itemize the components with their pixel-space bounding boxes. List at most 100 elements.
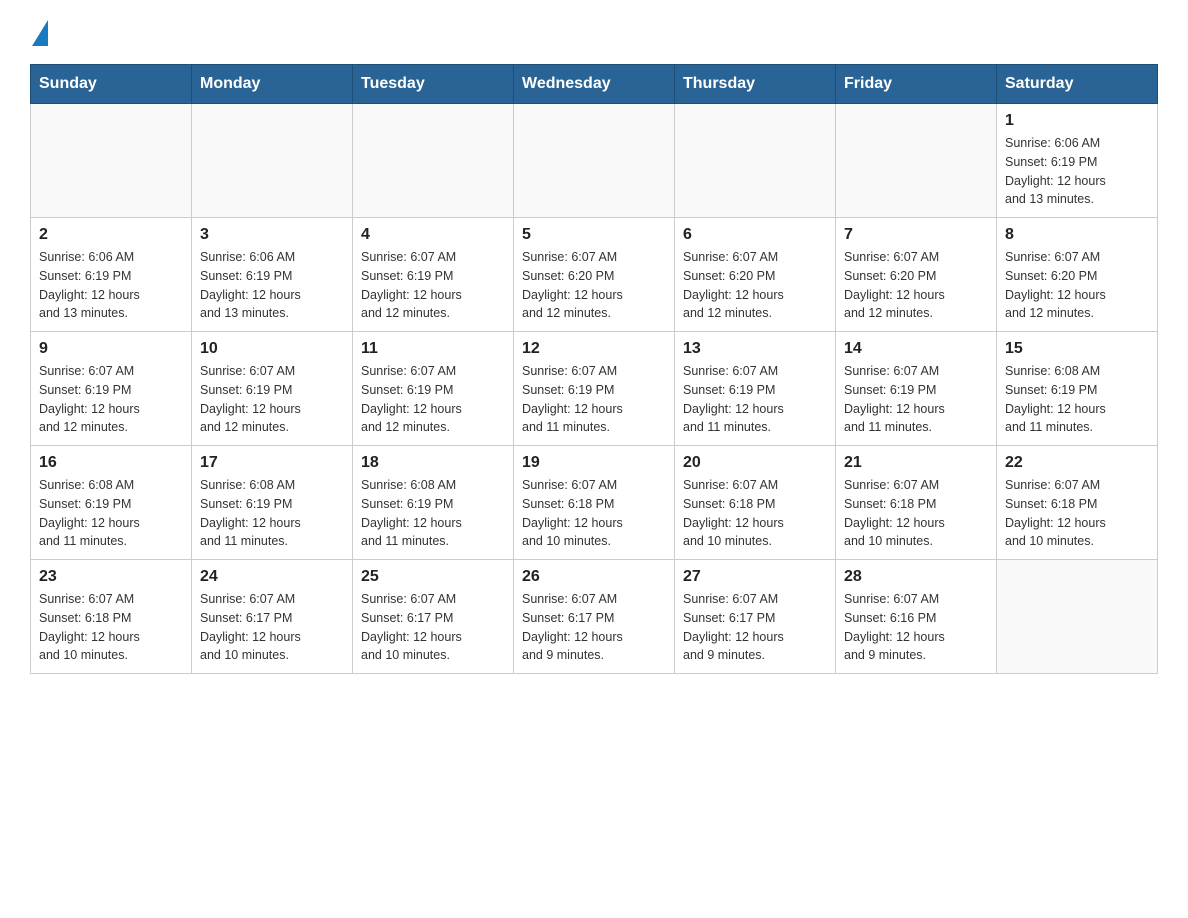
day-number: 10 xyxy=(200,340,344,358)
day-info: Sunrise: 6:07 AM Sunset: 6:18 PM Dayligh… xyxy=(1005,476,1149,551)
day-number: 1 xyxy=(1005,112,1149,130)
day-number: 17 xyxy=(200,454,344,472)
calendar-cell xyxy=(836,104,997,218)
day-info: Sunrise: 6:07 AM Sunset: 6:19 PM Dayligh… xyxy=(522,362,666,437)
weekday-header-tuesday: Tuesday xyxy=(353,65,514,104)
calendar-cell xyxy=(31,104,192,218)
calendar-cell: 11 Sunrise: 6:07 AM Sunset: 6:19 PM Dayli… xyxy=(353,332,514,446)
day-number: 14 xyxy=(844,340,988,358)
day-info: Sunrise: 6:06 AM Sunset: 6:19 PM Dayligh… xyxy=(1005,134,1149,209)
day-number: 16 xyxy=(39,454,183,472)
calendar-cell: 3 Sunrise: 6:06 AM Sunset: 6:19 PM Daylig… xyxy=(192,218,353,332)
calendar-body: 1 Sunrise: 6:06 AM Sunset: 6:19 PM Daylig… xyxy=(31,104,1158,674)
calendar-cell xyxy=(675,104,836,218)
calendar-cell: 6 Sunrise: 6:07 AM Sunset: 6:20 PM Daylig… xyxy=(675,218,836,332)
calendar-cell xyxy=(192,104,353,218)
day-number: 23 xyxy=(39,568,183,586)
calendar-week-1: 1 Sunrise: 6:06 AM Sunset: 6:19 PM Daylig… xyxy=(31,104,1158,218)
day-number: 5 xyxy=(522,226,666,244)
day-info: Sunrise: 6:08 AM Sunset: 6:19 PM Dayligh… xyxy=(200,476,344,551)
calendar-week-5: 23 Sunrise: 6:07 AM Sunset: 6:18 PM Dayli… xyxy=(31,560,1158,674)
weekday-header-row: SundayMondayTuesdayWednesdayThursdayFrid… xyxy=(31,65,1158,104)
day-number: 9 xyxy=(39,340,183,358)
day-info: Sunrise: 6:07 AM Sunset: 6:20 PM Dayligh… xyxy=(1005,248,1149,323)
day-number: 21 xyxy=(844,454,988,472)
calendar-cell: 4 Sunrise: 6:07 AM Sunset: 6:19 PM Daylig… xyxy=(353,218,514,332)
day-info: Sunrise: 6:07 AM Sunset: 6:18 PM Dayligh… xyxy=(522,476,666,551)
day-number: 8 xyxy=(1005,226,1149,244)
day-number: 6 xyxy=(683,226,827,244)
calendar-cell: 22 Sunrise: 6:07 AM Sunset: 6:18 PM Dayli… xyxy=(997,446,1158,560)
logo-arrow-icon xyxy=(32,20,48,46)
day-number: 25 xyxy=(361,568,505,586)
day-info: Sunrise: 6:07 AM Sunset: 6:17 PM Dayligh… xyxy=(200,590,344,665)
day-number: 13 xyxy=(683,340,827,358)
day-number: 27 xyxy=(683,568,827,586)
day-info: Sunrise: 6:07 AM Sunset: 6:20 PM Dayligh… xyxy=(522,248,666,323)
calendar-cell: 14 Sunrise: 6:07 AM Sunset: 6:19 PM Dayli… xyxy=(836,332,997,446)
page-header xyxy=(30,20,1158,44)
calendar-cell xyxy=(997,560,1158,674)
day-info: Sunrise: 6:07 AM Sunset: 6:17 PM Dayligh… xyxy=(522,590,666,665)
day-number: 22 xyxy=(1005,454,1149,472)
day-number: 24 xyxy=(200,568,344,586)
weekday-header-thursday: Thursday xyxy=(675,65,836,104)
day-info: Sunrise: 6:07 AM Sunset: 6:18 PM Dayligh… xyxy=(844,476,988,551)
day-info: Sunrise: 6:06 AM Sunset: 6:19 PM Dayligh… xyxy=(200,248,344,323)
calendar-week-3: 9 Sunrise: 6:07 AM Sunset: 6:19 PM Daylig… xyxy=(31,332,1158,446)
day-number: 11 xyxy=(361,340,505,358)
calendar-cell: 5 Sunrise: 6:07 AM Sunset: 6:20 PM Daylig… xyxy=(514,218,675,332)
calendar-cell: 1 Sunrise: 6:06 AM Sunset: 6:19 PM Daylig… xyxy=(997,104,1158,218)
day-info: Sunrise: 6:07 AM Sunset: 6:20 PM Dayligh… xyxy=(683,248,827,323)
calendar-cell: 15 Sunrise: 6:08 AM Sunset: 6:19 PM Dayli… xyxy=(997,332,1158,446)
day-info: Sunrise: 6:07 AM Sunset: 6:19 PM Dayligh… xyxy=(361,362,505,437)
calendar-cell: 21 Sunrise: 6:07 AM Sunset: 6:18 PM Dayli… xyxy=(836,446,997,560)
day-info: Sunrise: 6:06 AM Sunset: 6:19 PM Dayligh… xyxy=(39,248,183,323)
day-number: 18 xyxy=(361,454,505,472)
day-info: Sunrise: 6:07 AM Sunset: 6:19 PM Dayligh… xyxy=(683,362,827,437)
day-number: 7 xyxy=(844,226,988,244)
day-info: Sunrise: 6:07 AM Sunset: 6:18 PM Dayligh… xyxy=(39,590,183,665)
day-info: Sunrise: 6:07 AM Sunset: 6:18 PM Dayligh… xyxy=(683,476,827,551)
calendar-week-4: 16 Sunrise: 6:08 AM Sunset: 6:19 PM Dayli… xyxy=(31,446,1158,560)
calendar-cell: 28 Sunrise: 6:07 AM Sunset: 6:16 PM Dayli… xyxy=(836,560,997,674)
day-number: 3 xyxy=(200,226,344,244)
day-info: Sunrise: 6:07 AM Sunset: 6:19 PM Dayligh… xyxy=(200,362,344,437)
day-info: Sunrise: 6:08 AM Sunset: 6:19 PM Dayligh… xyxy=(39,476,183,551)
day-number: 15 xyxy=(1005,340,1149,358)
day-info: Sunrise: 6:07 AM Sunset: 6:19 PM Dayligh… xyxy=(361,248,505,323)
weekday-header-monday: Monday xyxy=(192,65,353,104)
day-info: Sunrise: 6:07 AM Sunset: 6:16 PM Dayligh… xyxy=(844,590,988,665)
day-info: Sunrise: 6:07 AM Sunset: 6:20 PM Dayligh… xyxy=(844,248,988,323)
calendar-header: SundayMondayTuesdayWednesdayThursdayFrid… xyxy=(31,65,1158,104)
calendar-cell: 23 Sunrise: 6:07 AM Sunset: 6:18 PM Dayli… xyxy=(31,560,192,674)
calendar-cell: 16 Sunrise: 6:08 AM Sunset: 6:19 PM Dayli… xyxy=(31,446,192,560)
weekday-header-sunday: Sunday xyxy=(31,65,192,104)
weekday-header-friday: Friday xyxy=(836,65,997,104)
calendar-cell: 19Sunrise: 6:07 AM Sunset: 6:18 PM Dayli… xyxy=(514,446,675,560)
day-info: Sunrise: 6:07 AM Sunset: 6:17 PM Dayligh… xyxy=(683,590,827,665)
calendar-cell: 8 Sunrise: 6:07 AM Sunset: 6:20 PM Daylig… xyxy=(997,218,1158,332)
day-info: Sunrise: 6:07 AM Sunset: 6:19 PM Dayligh… xyxy=(844,362,988,437)
day-number: 12 xyxy=(522,340,666,358)
day-number: 2 xyxy=(39,226,183,244)
calendar-cell: 24 Sunrise: 6:07 AM Sunset: 6:17 PM Dayli… xyxy=(192,560,353,674)
day-number: 26 xyxy=(522,568,666,586)
calendar-cell: 18Sunrise: 6:08 AM Sunset: 6:19 PM Dayli… xyxy=(353,446,514,560)
day-number: 20 xyxy=(683,454,827,472)
calendar-cell: 12 Sunrise: 6:07 AM Sunset: 6:19 PM Dayli… xyxy=(514,332,675,446)
day-info: Sunrise: 6:07 AM Sunset: 6:17 PM Dayligh… xyxy=(361,590,505,665)
weekday-header-wednesday: Wednesday xyxy=(514,65,675,104)
day-number: 28 xyxy=(844,568,988,586)
calendar-cell xyxy=(514,104,675,218)
day-info: Sunrise: 6:07 AM Sunset: 6:19 PM Dayligh… xyxy=(39,362,183,437)
calendar-cell: 13 Sunrise: 6:07 AM Sunset: 6:19 PM Dayli… xyxy=(675,332,836,446)
day-number: 4 xyxy=(361,226,505,244)
calendar-cell: 7 Sunrise: 6:07 AM Sunset: 6:20 PM Daylig… xyxy=(836,218,997,332)
calendar-cell: 25 Sunrise: 6:07 AM Sunset: 6:17 PM Dayli… xyxy=(353,560,514,674)
calendar-cell: 17 Sunrise: 6:08 AM Sunset: 6:19 PM Dayli… xyxy=(192,446,353,560)
day-info: Sunrise: 6:08 AM Sunset: 6:19 PM Dayligh… xyxy=(1005,362,1149,437)
weekday-header-saturday: Saturday xyxy=(997,65,1158,104)
calendar-cell: 2 Sunrise: 6:06 AM Sunset: 6:19 PM Daylig… xyxy=(31,218,192,332)
calendar-cell: 20 Sunrise: 6:07 AM Sunset: 6:18 PM Dayli… xyxy=(675,446,836,560)
